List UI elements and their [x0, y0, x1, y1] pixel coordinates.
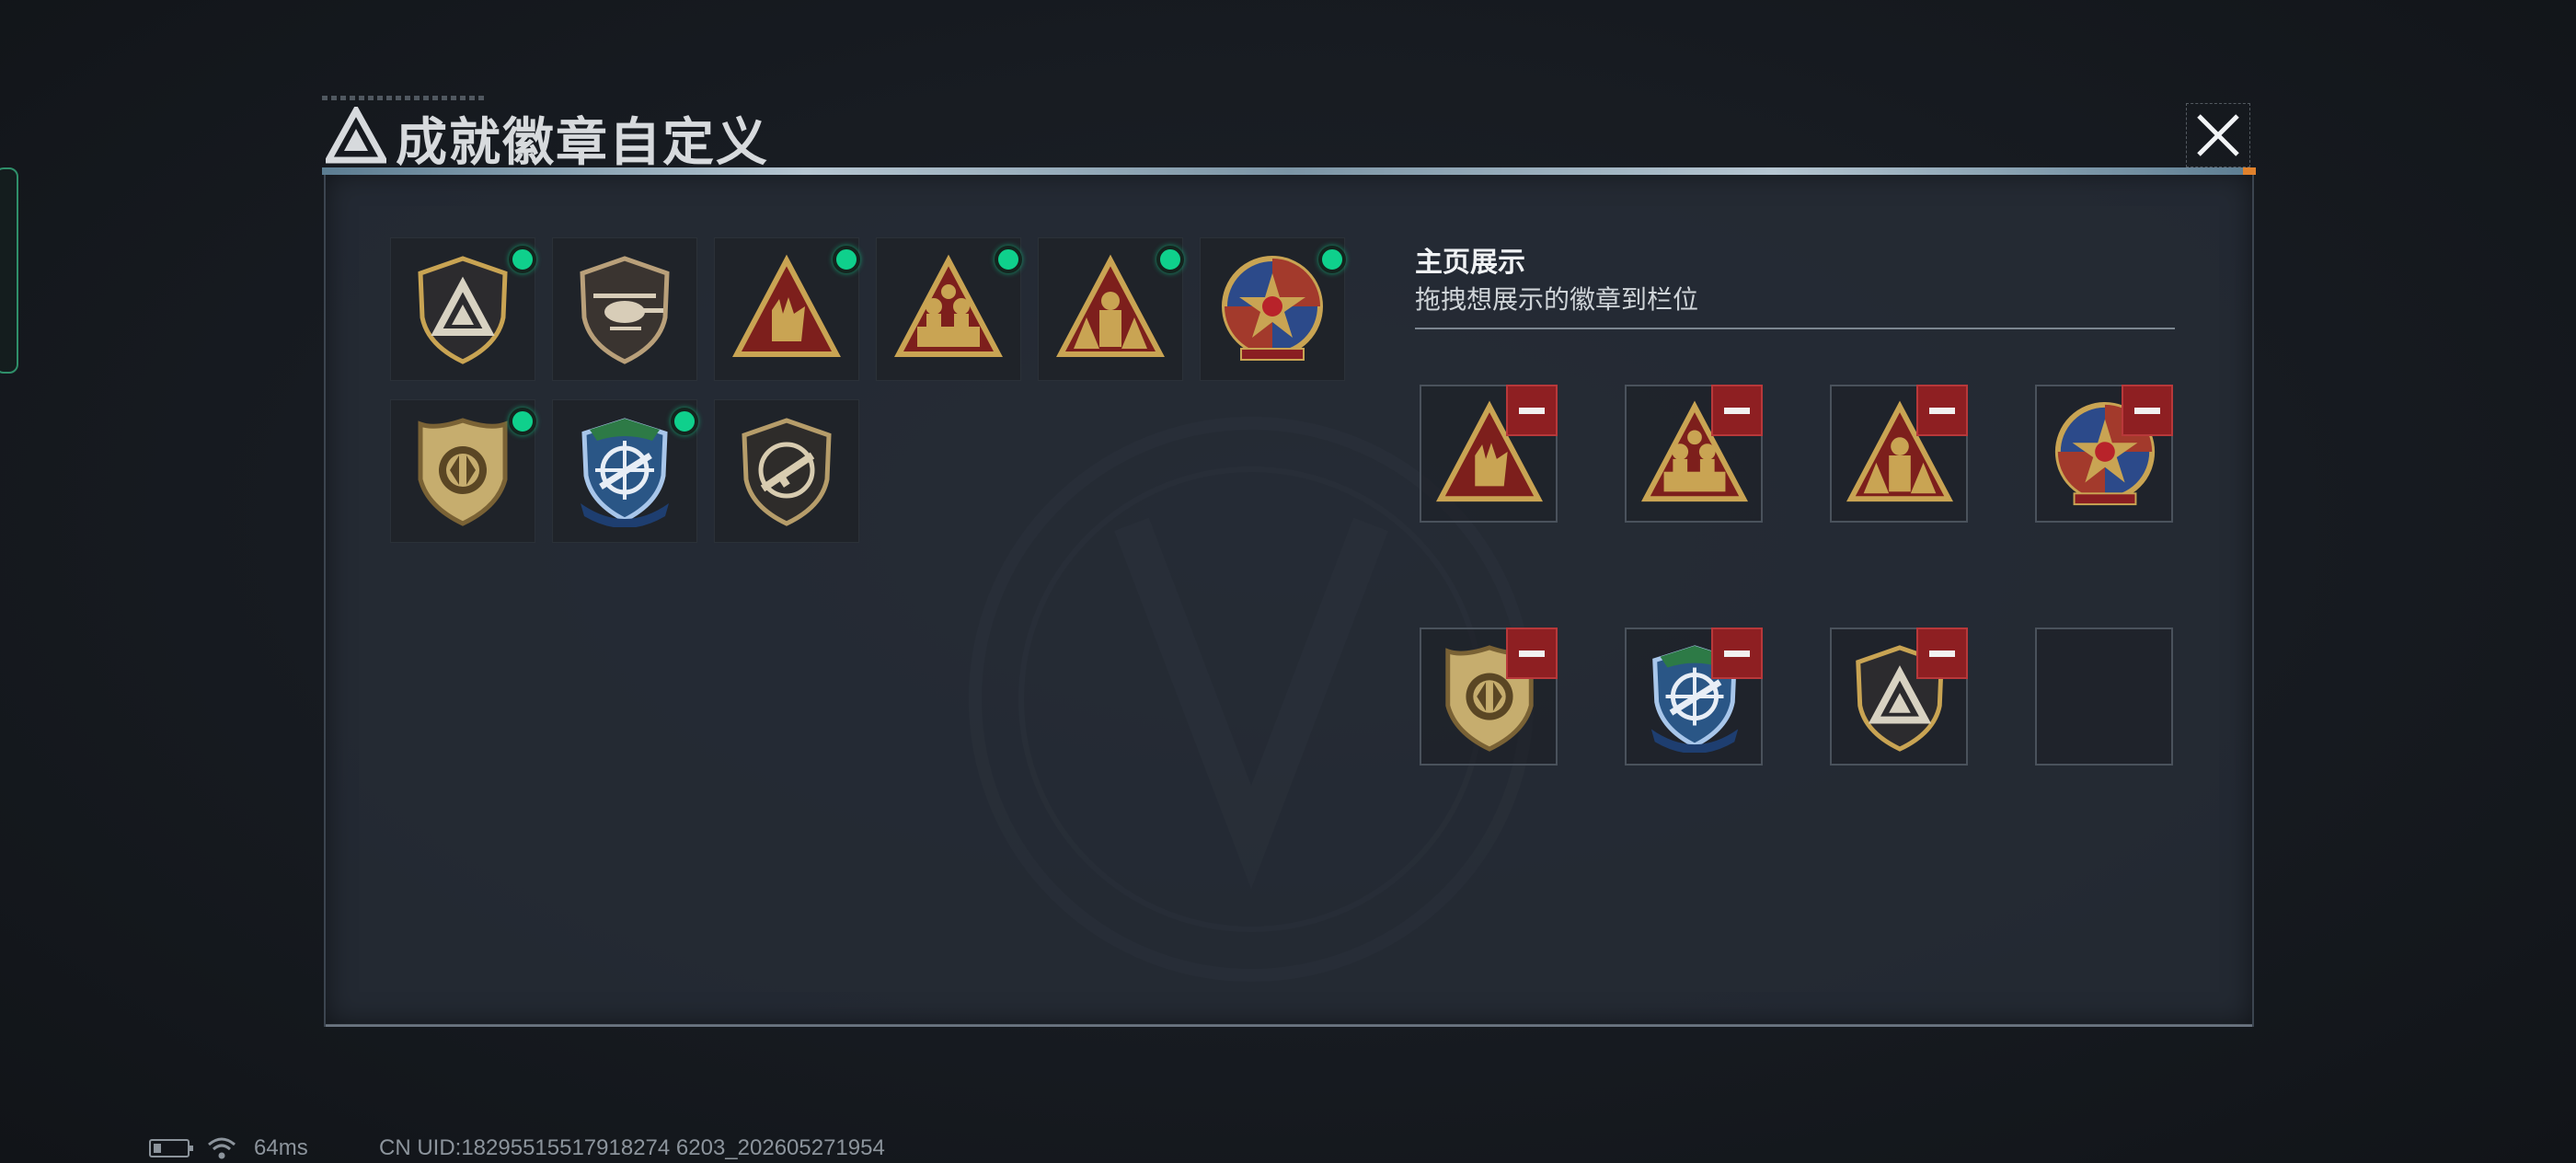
display-slot[interactable]	[1830, 385, 1968, 523]
equipped-indicator-dot	[833, 246, 860, 273]
display-section-subtitle: 拖拽想展示的徽章到栏位	[1415, 285, 1699, 314]
header-decoration	[322, 96, 488, 100]
remove-badge-button[interactable]	[1711, 385, 1763, 436]
owned-badge-slot[interactable]	[552, 399, 698, 543]
owned-badge-slot[interactable]	[390, 399, 536, 543]
owned-badge-slot[interactable]	[876, 237, 1022, 381]
owned-badge-slot[interactable]	[390, 237, 536, 381]
display-slot[interactable]	[2035, 385, 2173, 523]
remove-badge-button[interactable]	[1711, 628, 1763, 679]
star-skull-medal-badge-icon	[1222, 256, 1323, 361]
owned-badge-slot[interactable]	[714, 237, 860, 381]
display-slot[interactable]	[1625, 628, 1763, 766]
crosshair-rifle-blue-badge-icon	[581, 418, 669, 527]
dialog-top-bar	[322, 167, 2256, 175]
display-section-title: 主页展示	[1415, 248, 1525, 278]
equipped-indicator-dot	[509, 408, 536, 435]
ping-text: 64ms	[254, 1135, 308, 1160]
squad-triangle-badge-icon	[1056, 254, 1165, 357]
dialog-bottom-bar	[326, 1024, 2252, 1027]
triangle-shield-badge-icon	[418, 256, 508, 364]
equipped-indicator-dot	[671, 408, 698, 435]
remove-badge-button[interactable]	[2122, 385, 2173, 436]
close-icon	[2197, 114, 2239, 156]
close-button[interactable]	[2186, 103, 2250, 167]
owned-badge-slot[interactable]	[1038, 237, 1184, 381]
empty-display-slot[interactable]	[2035, 628, 2173, 766]
equipped-indicator-dot	[509, 246, 536, 273]
remove-badge-button[interactable]	[1506, 385, 1558, 436]
owned-badge-slot[interactable]	[1200, 237, 1346, 381]
remove-badge-button[interactable]	[1916, 385, 1968, 436]
equipped-indicator-dot	[1156, 246, 1184, 273]
section-divider	[1415, 328, 2175, 329]
remove-badge-button[interactable]	[1506, 628, 1558, 679]
display-slot[interactable]	[1420, 628, 1558, 766]
battery-icon	[149, 1139, 193, 1157]
emblem-shield-badge-icon	[418, 418, 508, 526]
equipped-indicator-dot	[995, 246, 1022, 273]
helicopter-shield-badge-icon	[580, 256, 670, 364]
wifi-icon	[208, 1137, 236, 1159]
remove-badge-button[interactable]	[1916, 628, 1968, 679]
owned-badge-slot[interactable]	[714, 399, 859, 543]
display-slot[interactable]	[1830, 628, 1968, 766]
delta-logo-icon	[326, 107, 386, 164]
equipped-indicator-dot	[1318, 246, 1346, 273]
rifle-shield-badge-icon	[742, 418, 832, 526]
soldiers-triangle-badge-icon	[894, 254, 1003, 357]
owned-badge-slot[interactable]	[552, 237, 697, 381]
display-slot[interactable]	[1420, 385, 1558, 523]
dialog-title: 成就徽章自定义	[396, 113, 769, 171]
hand-triangle-badge-icon	[732, 254, 841, 357]
uid-text: CN UID:18295515517918274 6203_2026052719…	[379, 1135, 885, 1160]
side-panel-tab[interactable]	[0, 167, 18, 374]
display-slot[interactable]	[1625, 385, 1763, 523]
